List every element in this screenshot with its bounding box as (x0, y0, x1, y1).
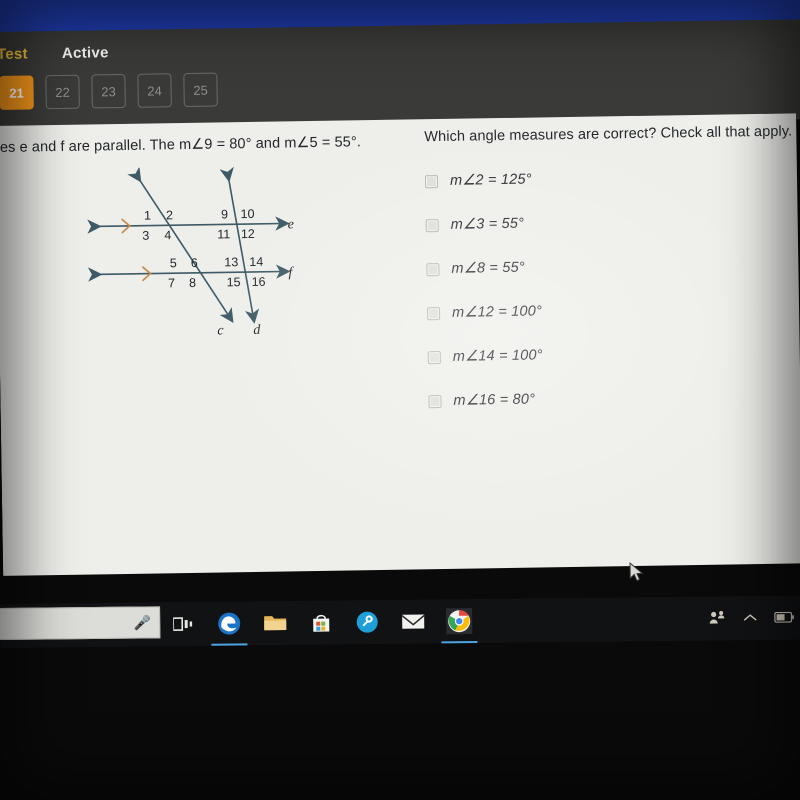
windows-taskbar: 🎤 (0, 595, 800, 648)
angle-label-4: 4 (164, 228, 171, 242)
answer-option-3-label: m∠8 = 55° (451, 259, 525, 277)
edge-browser-icon[interactable] (216, 610, 242, 636)
test-header-labels: Test Active (0, 33, 800, 63)
answer-option-5-label: m∠14 = 100° (452, 347, 543, 365)
test-label: Test (0, 45, 29, 63)
mail-icon[interactable] (400, 609, 426, 635)
question-right-column: Which angle measures are correct? Check … (424, 123, 800, 409)
answer-option-6-label: m∠16 = 80° (453, 391, 536, 409)
mouse-cursor (629, 561, 644, 582)
angle-label-6: 6 (191, 256, 198, 270)
microsoft-store-icon[interactable] (308, 610, 334, 636)
settings-app-icon[interactable] (354, 609, 380, 635)
answer-option-1[interactable]: m∠2 = 125° (424, 167, 797, 189)
question-stem: Which angle measures are correct? Check … (424, 123, 793, 146)
people-icon[interactable] (708, 610, 726, 627)
laptop-screen: Test Active 21 22 23 24 25 ines e and f … (0, 0, 800, 632)
answer-option-2[interactable]: m∠3 = 55° (425, 211, 798, 233)
screen-photo: Test Active 21 22 23 24 25 ines e and f … (0, 0, 800, 800)
checkbox-option-4[interactable] (426, 306, 441, 320)
angle-label-7: 7 (168, 276, 175, 290)
question-prompt: ines e and f are parallel. The m∠9 = 80°… (0, 134, 362, 157)
angle-label-8: 8 (189, 276, 196, 290)
test-status-label: Active (61, 44, 109, 62)
answer-option-5[interactable]: m∠14 = 100° (427, 343, 800, 365)
angle-label-13: 13 (224, 255, 238, 269)
taskbar-search-input[interactable]: 🎤 (0, 606, 161, 641)
microphone-icon[interactable]: 🎤 (134, 614, 152, 631)
question-number-nav[interactable]: 21 22 23 24 25 (0, 72, 218, 110)
checkbox-option-1[interactable] (424, 174, 439, 188)
angle-label-2: 2 (166, 208, 173, 222)
geometry-diagram-svg: e f c d 1 2 3 4 5 6 7 8 9 10 11 12 13 14… (87, 166, 295, 339)
battery-icon[interactable] (774, 610, 794, 625)
transversal-d (219, 166, 260, 324)
checkbox-option-3[interactable] (426, 262, 440, 276)
transversal-c (127, 166, 234, 324)
checkbox-option-5[interactable] (427, 350, 441, 364)
checkbox-option-6[interactable] (428, 394, 442, 408)
angle-label-3: 3 (142, 229, 149, 243)
angle-label-9: 9 (221, 207, 228, 221)
question-number-21[interactable]: 21 (0, 75, 34, 110)
label-line-e: e (288, 217, 294, 232)
answer-option-4[interactable]: m∠12 = 100° (426, 299, 799, 321)
taskbar-app-icons (170, 599, 473, 646)
question-page: ines e and f are parallel. The m∠9 = 80°… (0, 113, 800, 582)
answer-option-6[interactable]: m∠16 = 80° (428, 387, 800, 409)
angle-label-11: 11 (217, 227, 230, 241)
answer-option-3[interactable]: m∠8 = 55° (426, 255, 798, 277)
show-hidden-icons-icon[interactable] (743, 611, 757, 626)
system-tray (708, 596, 794, 641)
answer-option-4-label: m∠12 = 100° (451, 303, 543, 321)
answer-option-1-label: m∠2 = 125° (449, 171, 532, 189)
angle-label-15: 15 (227, 275, 241, 289)
angle-label-14: 14 (249, 255, 263, 269)
label-line-d: d (253, 323, 261, 338)
parallel-lines-figure: e f c d 1 2 3 4 5 6 7 8 9 10 11 12 13 14… (85, 165, 318, 344)
angle-label-10: 10 (240, 207, 254, 221)
file-explorer-icon[interactable] (262, 610, 288, 636)
answer-option-2-label: m∠3 = 55° (450, 215, 525, 233)
task-view-icon[interactable] (170, 611, 196, 637)
angle-label-1: 1 (144, 209, 151, 223)
angle-label-12: 12 (241, 227, 255, 241)
checkbox-option-2[interactable] (425, 218, 439, 232)
label-line-c: c (217, 323, 224, 338)
question-number-25[interactable]: 25 (183, 72, 218, 108)
angle-label-16: 16 (252, 275, 266, 289)
chrome-browser-icon[interactable] (446, 608, 473, 635)
question-number-23[interactable]: 23 (91, 73, 126, 109)
label-line-f: f (288, 265, 294, 280)
question-number-22[interactable]: 22 (45, 74, 80, 110)
angle-label-5: 5 (170, 256, 177, 270)
question-number-24[interactable]: 24 (137, 73, 172, 108)
question-left-column: ines e and f are parallel. The m∠9 = 80°… (0, 134, 409, 345)
question-content: ines e and f are parallel. The m∠9 = 80°… (0, 113, 800, 582)
